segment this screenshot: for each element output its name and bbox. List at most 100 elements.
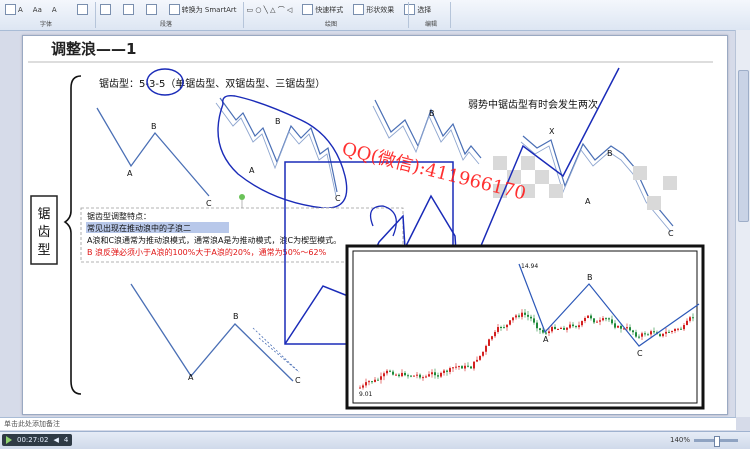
zigzag-weak-2-shadow bbox=[520, 141, 672, 233]
slide-title: 调整浪——1 bbox=[51, 40, 136, 58]
scrollbar-thumb[interactable] bbox=[738, 70, 749, 222]
candle-body bbox=[479, 355, 481, 360]
wave-label-a: A bbox=[585, 197, 591, 206]
candle-body bbox=[542, 330, 544, 333]
candle-body bbox=[407, 375, 409, 377]
candle-body bbox=[659, 334, 661, 337]
smartart-button[interactable]: 转换为 SmartArt bbox=[166, 2, 240, 18]
candle-body bbox=[671, 331, 673, 333]
candle-body bbox=[548, 331, 550, 334]
effects-icon bbox=[353, 4, 365, 15]
wave-label-b: B bbox=[233, 312, 239, 321]
side-label-1: 锯 bbox=[37, 207, 50, 222]
candle-body bbox=[395, 374, 397, 376]
candle-body bbox=[644, 333, 646, 335]
candle-body bbox=[503, 327, 505, 329]
candle-body bbox=[677, 328, 679, 330]
weak-note: 弱势中锯齿型有时会发生两次 bbox=[468, 98, 598, 111]
candle-body bbox=[509, 320, 511, 325]
zoom-level[interactable]: 140% bbox=[670, 436, 690, 444]
candle-body bbox=[449, 368, 451, 372]
candle-body bbox=[368, 381, 370, 383]
wave-label-b: B bbox=[429, 109, 435, 118]
play-icon[interactable] bbox=[6, 436, 12, 444]
font-icon bbox=[5, 4, 16, 15]
candle-body bbox=[419, 374, 421, 378]
candle-body bbox=[581, 321, 583, 326]
candle-body bbox=[359, 387, 361, 389]
rotate-handle[interactable] bbox=[239, 194, 245, 200]
select-button[interactable]: 选择 bbox=[401, 2, 434, 18]
align-right-button[interactable] bbox=[120, 2, 139, 18]
align-left-button[interactable] bbox=[74, 2, 93, 18]
candle-body bbox=[668, 331, 670, 333]
candle-body bbox=[683, 324, 685, 330]
align-center-button[interactable] bbox=[97, 2, 116, 18]
candle-body bbox=[569, 324, 571, 328]
quick-styles-button[interactable]: 快速样式 bbox=[299, 2, 346, 18]
group-paragraph: 段落 bbox=[160, 21, 173, 28]
candle-body bbox=[620, 325, 622, 329]
clear-format-button[interactable]: A bbox=[49, 2, 60, 18]
candle-body bbox=[584, 317, 586, 322]
candle-body bbox=[476, 359, 478, 362]
shapes-gallery[interactable]: ▭ ○ ╲ △ ⌒ ◁ bbox=[243, 2, 295, 18]
smartart-label: 转换为 SmartArt bbox=[181, 5, 237, 14]
group-editing: 编辑 bbox=[425, 21, 438, 28]
candle-body bbox=[425, 376, 427, 378]
zigzag-bottom bbox=[130, 283, 294, 382]
divider bbox=[450, 2, 451, 28]
candle-body bbox=[527, 314, 529, 317]
font-color-button[interactable]: A bbox=[2, 2, 26, 18]
align-left-icon bbox=[76, 4, 88, 15]
align-right-icon bbox=[122, 4, 134, 15]
vertical-scrollbar[interactable] bbox=[735, 30, 750, 417]
box-line-3: A浪和C浪通常为推动浪模式，通常浪A是为推动模式，浪C为楔型模式。 bbox=[87, 235, 341, 245]
candle-body bbox=[428, 374, 430, 377]
candle-body bbox=[566, 327, 568, 330]
notes-pane[interactable]: 单击此处添加备注 bbox=[0, 417, 736, 430]
wave-label-c: C bbox=[668, 229, 674, 238]
candle-body bbox=[575, 326, 577, 328]
zoom-knob[interactable] bbox=[714, 436, 720, 447]
candle-body bbox=[611, 319, 613, 324]
candle-body bbox=[497, 327, 499, 332]
candle-body bbox=[491, 336, 493, 340]
candle-body bbox=[398, 374, 400, 377]
candle-body bbox=[641, 333, 643, 337]
watermark: QQ(微信):411966170 bbox=[340, 138, 528, 204]
slide-canvas[interactable]: 调整浪——1 锯 齿 型 锯齿型：5-3-5（单锯齿型、双锯齿型、三锯齿型） 弱… bbox=[22, 35, 728, 415]
candle-body bbox=[506, 324, 508, 328]
shape-effects-label: 形状效果 bbox=[366, 5, 395, 14]
candle-body bbox=[530, 316, 532, 319]
candle-body bbox=[521, 312, 523, 317]
divider bbox=[243, 2, 244, 28]
candle-body bbox=[404, 372, 406, 376]
candle-body bbox=[551, 326, 553, 332]
formula-line: 锯齿型：5-3-5（单锯齿型、双锯齿型、三锯齿型） bbox=[99, 77, 325, 90]
candle-body bbox=[689, 317, 691, 321]
candle-body bbox=[383, 373, 385, 377]
candle-body bbox=[386, 370, 388, 374]
candle-body bbox=[524, 312, 526, 315]
candle-body bbox=[608, 318, 610, 320]
candle-body bbox=[473, 361, 475, 369]
zigzag-double bbox=[219, 97, 338, 193]
candle-body bbox=[380, 376, 382, 380]
box-line-1: 锯齿型调整特点： bbox=[87, 211, 151, 221]
candle-body bbox=[599, 320, 601, 322]
box-line-2: 常见出现在推动浪中的子浪二 bbox=[87, 223, 191, 233]
divider bbox=[408, 2, 409, 28]
candle-body bbox=[461, 366, 463, 369]
candle-body bbox=[602, 318, 604, 321]
font-size-button[interactable]: Aa bbox=[30, 2, 45, 18]
speaker-icon[interactable]: ◀ bbox=[53, 436, 58, 444]
hand-circle bbox=[217, 94, 348, 209]
side-label-2: 齿 bbox=[37, 225, 50, 240]
divider bbox=[95, 2, 96, 28]
justify-button[interactable] bbox=[143, 2, 162, 18]
candle-body bbox=[371, 381, 373, 383]
shape-effects-button[interactable]: 形状效果 bbox=[350, 2, 397, 18]
align-center-icon bbox=[99, 4, 111, 15]
candle-body bbox=[674, 328, 676, 332]
